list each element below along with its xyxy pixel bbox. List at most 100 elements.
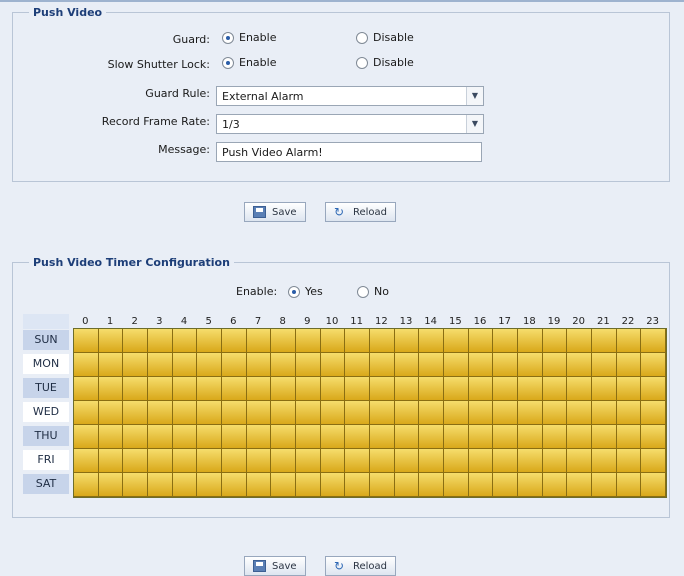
schedule-cell-wed-6[interactable] [222,401,247,425]
schedule-cell-fri-13[interactable] [394,449,420,473]
schedule-cell-thu-23[interactable] [641,425,666,449]
schedule-cell-fri-3[interactable] [148,449,173,473]
schedule-cell-tue-5[interactable] [197,377,222,401]
schedule-cell-tue-2[interactable] [123,377,148,401]
schedule-cell-wed-9[interactable] [296,401,321,425]
schedule-cell-wed-19[interactable] [542,401,568,425]
schedule-cell-tue-9[interactable] [296,377,321,401]
schedule-cell-fri-5[interactable] [197,449,222,473]
schedule-cell-fri-22[interactable] [616,449,642,473]
message-input[interactable]: Push Video Alarm! [216,142,482,162]
schedule-cell-sun-9[interactable] [296,329,321,353]
schedule-cell-sat-6[interactable] [222,473,247,497]
schedule-cell-fri-7[interactable] [246,449,272,473]
schedule-cell-wed-5[interactable] [197,401,222,425]
schedule-cell-sun-5[interactable] [197,329,222,353]
schedule-cell-sat-8[interactable] [271,473,296,497]
schedule-cell-wed-1[interactable] [98,401,124,425]
schedule-cell-sat-12[interactable] [370,473,395,497]
schedule-cell-fri-9[interactable] [296,449,321,473]
guard-rule-select[interactable]: External Alarm ▼ [216,86,484,106]
schedule-cell-tue-15[interactable] [444,377,469,401]
schedule-cell-fri-15[interactable] [444,449,469,473]
schedule-cell-sun-18[interactable] [518,329,543,353]
schedule-cell-sat-20[interactable] [567,473,592,497]
schedule-cell-thu-10[interactable] [320,425,346,449]
schedule-cell-mon-21[interactable] [592,353,617,377]
schedule-cell-sun-6[interactable] [222,329,247,353]
timer-enable-yes-option[interactable]: Yes [288,285,323,298]
schedule-cell-sun-21[interactable] [592,329,617,353]
schedule-cell-thu-14[interactable] [419,425,444,449]
schedule-cell-tue-14[interactable] [419,377,444,401]
guard-disable-option[interactable]: Disable [356,31,414,44]
schedule-cell-tue-13[interactable] [394,377,420,401]
schedule-cell-wed-4[interactable] [172,401,198,425]
schedule-cell-sun-15[interactable] [444,329,469,353]
schedule-cell-sun-10[interactable] [320,329,346,353]
schedule-cell-mon-9[interactable] [296,353,321,377]
frame-rate-select[interactable]: 1/3 ▼ [216,114,484,134]
schedule-cell-thu-8[interactable] [271,425,296,449]
schedule-cell-sun-4[interactable] [172,329,198,353]
schedule-cell-mon-12[interactable] [370,353,395,377]
schedule-cell-sat-11[interactable] [345,473,370,497]
schedule-cell-mon-7[interactable] [246,353,272,377]
schedule-cell-fri-1[interactable] [98,449,124,473]
schedule-cell-thu-9[interactable] [296,425,321,449]
schedule-cell-sat-7[interactable] [246,473,272,497]
schedule-cell-tue-7[interactable] [246,377,272,401]
schedule-cell-thu-17[interactable] [493,425,518,449]
schedule-cell-sat-0[interactable] [74,473,99,497]
schedule-cell-thu-16[interactable] [468,425,494,449]
schedule-cell-sun-16[interactable] [468,329,494,353]
schedule-cell-sat-5[interactable] [197,473,222,497]
chevron-down-icon[interactable]: ▼ [466,87,483,105]
schedule-cell-sat-18[interactable] [518,473,543,497]
slow-shutter-disable-option[interactable]: Disable [356,56,414,69]
schedule-cell-mon-3[interactable] [148,353,173,377]
schedule-cell-mon-16[interactable] [468,353,494,377]
schedule-cell-thu-2[interactable] [123,425,148,449]
schedule-cell-tue-22[interactable] [616,377,642,401]
schedule-cell-sat-9[interactable] [296,473,321,497]
schedule-cell-sun-17[interactable] [493,329,518,353]
schedule-cell-thu-0[interactable] [74,425,99,449]
schedule-cell-mon-4[interactable] [172,353,198,377]
save-button[interactable]: Save [244,202,306,222]
schedule-cell-wed-21[interactable] [592,401,617,425]
schedule-cell-fri-10[interactable] [320,449,346,473]
schedule-cell-fri-19[interactable] [542,449,568,473]
schedule-cell-wed-7[interactable] [246,401,272,425]
schedule-cell-tue-3[interactable] [148,377,173,401]
schedule-cell-fri-21[interactable] [592,449,617,473]
schedule-cell-wed-14[interactable] [419,401,444,425]
schedule-cell-sat-23[interactable] [641,473,666,497]
schedule-cell-wed-0[interactable] [74,401,99,425]
schedule-cell-tue-8[interactable] [271,377,296,401]
schedule-cell-sun-3[interactable] [148,329,173,353]
schedule-cell-sat-15[interactable] [444,473,469,497]
schedule-cell-mon-8[interactable] [271,353,296,377]
schedule-cell-sun-1[interactable] [98,329,124,353]
schedule-cell-tue-23[interactable] [641,377,666,401]
schedule-cell-thu-4[interactable] [172,425,198,449]
schedule-cell-mon-10[interactable] [320,353,346,377]
schedule-cell-tue-21[interactable] [592,377,617,401]
schedule-cell-mon-19[interactable] [542,353,568,377]
schedule-cell-thu-3[interactable] [148,425,173,449]
guard-enable-radio[interactable] [222,32,234,44]
schedule-cell-wed-15[interactable] [444,401,469,425]
schedule-cell-wed-18[interactable] [518,401,543,425]
slow-shutter-enable-option[interactable]: Enable [222,56,276,69]
schedule-cell-sat-3[interactable] [148,473,173,497]
schedule-cell-thu-15[interactable] [444,425,469,449]
schedule-cell-tue-12[interactable] [370,377,395,401]
schedule-cell-mon-6[interactable] [222,353,247,377]
schedule-cell-wed-11[interactable] [345,401,370,425]
schedule-cell-tue-0[interactable] [74,377,99,401]
schedule-cell-tue-17[interactable] [493,377,518,401]
schedule-cell-sun-8[interactable] [271,329,296,353]
schedule-cell-mon-17[interactable] [493,353,518,377]
schedule-cell-wed-8[interactable] [271,401,296,425]
